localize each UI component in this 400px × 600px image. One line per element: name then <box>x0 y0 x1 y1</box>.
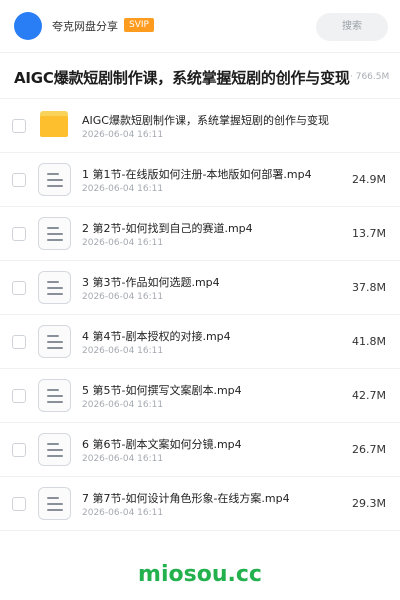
file-size: 13.7M <box>352 227 386 240</box>
file-size: 37.8M <box>352 281 386 294</box>
total-size-value: 766.5M <box>355 72 390 82</box>
file-date: 2026-06-04 16:11 <box>82 400 164 410</box>
file-date: 2026-06-04 16:11 <box>82 454 164 464</box>
svip-badge: SVIP <box>124 18 154 32</box>
list-item[interactable]: 7 第7节-如何设计角色形象-在线方案.mp4 2026-06-04 16:11… <box>0 477 400 531</box>
file-date: 2026-06-04 16:11 <box>82 292 164 302</box>
list-item[interactable]: 1 第1节-在线版如何注册-本地版如何部署.mp4 2026-06-04 16:… <box>0 153 400 207</box>
row-checkbox[interactable] <box>12 173 26 187</box>
avatar[interactable] <box>14 12 42 40</box>
list-item[interactable]: AIGC爆款短剧制作课，系统掌握短剧的创作与变现 2026-06-04 16:1… <box>0 99 400 153</box>
file-size: 24.9M <box>352 173 386 186</box>
file-name: 2 第2节-如何找到自己的赛道.mp4 <box>82 222 253 235</box>
list-item[interactable]: 4 第4节-剧本授权的对接.mp4 2026-06-04 16:11 41.8M <box>0 315 400 369</box>
file-name: 5 第5节-如何撰写文案剧本.mp4 <box>82 384 242 397</box>
video-file-icon <box>38 217 71 250</box>
file-date: 2026-06-04 16:11 <box>82 238 164 248</box>
video-file-icon <box>38 163 71 196</box>
row-checkbox[interactable] <box>12 335 26 349</box>
file-name: AIGC爆款短剧制作课，系统掌握短剧的创作与变现 <box>82 114 329 127</box>
file-name: 3 第3节-作品如何选题.mp4 <box>82 276 220 289</box>
file-size: 26.7M <box>352 443 386 456</box>
list-item[interactable]: 6 第6节-剧本文案如何分镜.mp4 2026-06-04 16:11 26.7… <box>0 423 400 477</box>
page-title: AIGC爆款短剧制作课，系统掌握短剧的创作与变现 <box>14 69 350 87</box>
footer: miosou.cc <box>0 548 400 600</box>
file-size: 42.7M <box>352 389 386 402</box>
row-checkbox[interactable] <box>12 281 26 295</box>
file-size: 41.8M <box>352 335 386 348</box>
site-watermark: miosou.cc <box>138 562 262 587</box>
share-title-bar: AIGC爆款短剧制作课，系统掌握短剧的创作与变现 · 766.5M <box>0 52 400 98</box>
row-checkbox[interactable] <box>12 227 26 241</box>
file-name: 1 第1节-在线版如何注册-本地版如何部署.mp4 <box>82 168 312 181</box>
row-checkbox[interactable] <box>12 119 26 133</box>
file-size: 29.3M <box>352 497 386 510</box>
video-file-icon <box>38 271 71 304</box>
video-file-icon <box>38 433 71 466</box>
file-date: 2026-06-04 16:11 <box>82 130 164 140</box>
list-item[interactable]: 5 第5节-如何撰写文案剧本.mp4 2026-06-04 16:11 42.7… <box>0 369 400 423</box>
video-file-icon <box>38 379 71 412</box>
list-item[interactable]: 3 第3节-作品如何选题.mp4 2026-06-04 16:11 37.8M <box>0 261 400 315</box>
total-size: · 766.5M <box>350 72 390 82</box>
row-checkbox[interactable] <box>12 389 26 403</box>
video-file-icon <box>38 487 71 520</box>
file-name: 7 第7节-如何设计角色形象-在线方案.mp4 <box>82 492 290 505</box>
file-date: 2026-06-04 16:11 <box>82 346 164 356</box>
app-name: 夸克网盘分享 <box>52 20 118 33</box>
file-list: AIGC爆款短剧制作课，系统掌握短剧的创作与变现 2026-06-04 16:1… <box>0 98 400 548</box>
file-name: 4 第4节-剧本授权的对接.mp4 <box>82 330 231 343</box>
folder-icon <box>40 111 68 137</box>
share-header: 夸克网盘分享 SVIP 搜索 <box>0 0 400 52</box>
list-item[interactable]: 2 第2节-如何找到自己的赛道.mp4 2026-06-04 16:11 13.… <box>0 207 400 261</box>
file-date: 2026-06-04 16:11 <box>82 508 164 518</box>
search-input[interactable]: 搜索 <box>316 13 388 41</box>
row-checkbox[interactable] <box>12 497 26 511</box>
file-date: 2026-06-04 16:11 <box>82 184 164 194</box>
file-name: 6 第6节-剧本文案如何分镜.mp4 <box>82 438 242 451</box>
video-file-icon <box>38 325 71 358</box>
row-checkbox[interactable] <box>12 443 26 457</box>
